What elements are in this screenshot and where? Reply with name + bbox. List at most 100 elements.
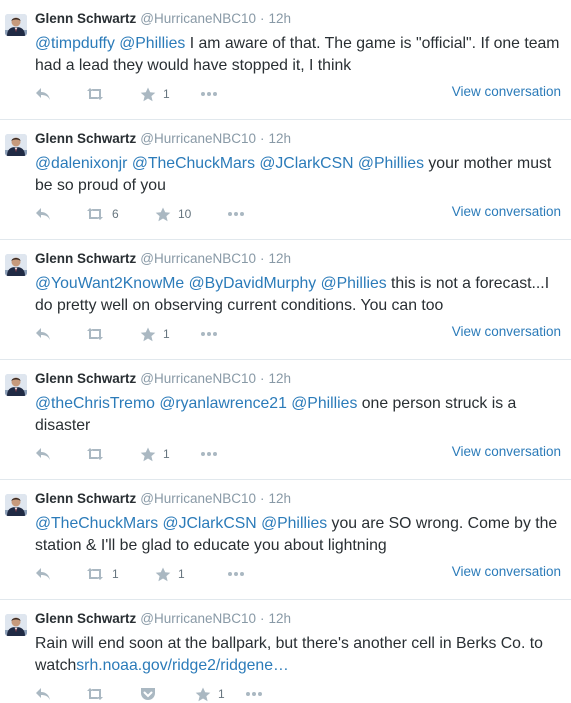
view-conversation-link[interactable]: View conversation <box>452 204 561 219</box>
timestamp[interactable]: 12h <box>269 251 292 266</box>
more-icon <box>200 91 218 97</box>
favorite-button[interactable]: 1 <box>140 84 170 104</box>
avatar[interactable] <box>5 494 27 516</box>
reply-button[interactable] <box>35 684 51 703</box>
tweet-text: @theChrisTremo @ryanlawrence21 @Phillies… <box>35 393 565 437</box>
author-handle[interactable]: @HurricaneNBC10 <box>140 371 256 386</box>
reply-icon <box>35 207 51 221</box>
reply-button[interactable] <box>35 564 51 584</box>
reply-button[interactable] <box>35 204 51 224</box>
retweet-button[interactable] <box>85 84 105 104</box>
avatar[interactable] <box>5 254 27 276</box>
tweet: Glenn Schwartz @HurricaneNBC10 · 12h Rain wi… <box>0 600 571 703</box>
tweet-actions: 1 <box>35 684 565 703</box>
mention-link[interactable]: @timpduffy <box>35 35 115 52</box>
mention-link[interactable]: @JClarkCSN <box>163 515 257 532</box>
timestamp[interactable]: 12h <box>269 371 292 386</box>
avatar[interactable] <box>5 374 27 396</box>
view-conversation-link[interactable]: View conversation <box>452 324 561 339</box>
separator-dot: · <box>260 11 265 26</box>
mention-link[interactable]: @Phillies <box>119 35 185 52</box>
reply-icon <box>35 327 51 341</box>
more-button[interactable] <box>245 684 263 703</box>
url-link[interactable]: srh.noaa.gov/ridge2/ridgene… <box>76 657 289 674</box>
retweet-button[interactable] <box>85 684 105 703</box>
retweet-button[interactable]: 1 <box>85 564 119 584</box>
separator-dot: · <box>260 611 265 626</box>
mention-link[interactable]: @TheChuckMars <box>132 155 255 172</box>
author-name[interactable]: Glenn Schwartz <box>35 11 136 26</box>
author-handle[interactable]: @HurricaneNBC10 <box>140 611 256 626</box>
reply-button[interactable] <box>35 84 51 104</box>
timestamp[interactable]: 12h <box>269 611 292 626</box>
favorite-count: 1 <box>163 87 170 101</box>
mention-link[interactable]: @Phillies <box>321 275 387 292</box>
avatar[interactable] <box>5 134 27 156</box>
favorite-count: 1 <box>163 447 170 461</box>
more-button[interactable] <box>227 204 245 224</box>
author-handle[interactable]: @HurricaneNBC10 <box>140 11 256 26</box>
favorite-button[interactable]: 1 <box>140 324 170 344</box>
separator-dot: · <box>260 491 265 506</box>
favorite-button[interactable]: 1 <box>195 684 225 703</box>
timestamp[interactable]: 12h <box>269 11 292 26</box>
favorite-button[interactable]: 1 <box>140 444 170 464</box>
favorite-button[interactable]: 1 <box>155 564 185 584</box>
star-icon <box>195 687 211 702</box>
separator-dot: · <box>260 131 265 146</box>
retweet-button[interactable] <box>85 444 105 464</box>
more-button[interactable] <box>200 324 218 344</box>
favorite-count: 1 <box>218 687 225 701</box>
view-conversation-link[interactable]: View conversation <box>452 84 561 99</box>
retweet-count: 6 <box>112 207 119 221</box>
mention-link[interactable]: @Phillies <box>358 155 424 172</box>
author-handle[interactable]: @HurricaneNBC10 <box>140 251 256 266</box>
view-conversation-link[interactable]: View conversation <box>452 564 561 579</box>
author-name[interactable]: Glenn Schwartz <box>35 491 136 506</box>
pocket-button[interactable] <box>140 684 156 703</box>
retweet-icon <box>85 327 105 341</box>
author-handle[interactable]: @HurricaneNBC10 <box>140 491 256 506</box>
more-icon <box>227 571 245 577</box>
avatar[interactable] <box>5 614 27 636</box>
retweet-button[interactable] <box>85 324 105 344</box>
mention-link[interactable]: @theChrisTremo <box>35 395 155 412</box>
mention-link[interactable]: @Phillies <box>261 515 327 532</box>
view-conversation-link[interactable]: View conversation <box>452 444 561 459</box>
mention-link[interactable]: @Phillies <box>291 395 357 412</box>
tweet: Glenn Schwartz @HurricaneNBC10 · 12h @timpdu… <box>0 0 571 120</box>
star-icon <box>155 567 171 582</box>
reply-icon <box>35 447 51 461</box>
retweet-count: 1 <box>112 567 119 581</box>
separator-dot: · <box>260 371 265 386</box>
reply-button[interactable] <box>35 444 51 464</box>
mention-link[interactable]: @JClarkCSN <box>259 155 353 172</box>
retweet-button[interactable]: 6 <box>85 204 119 224</box>
author-name[interactable]: Glenn Schwartz <box>35 131 136 146</box>
more-button[interactable] <box>200 444 218 464</box>
mention-link[interactable]: @dalenixonjr <box>35 155 127 172</box>
mention-link[interactable]: @YouWant2KnowMe <box>35 275 184 292</box>
author-name[interactable]: Glenn Schwartz <box>35 251 136 266</box>
mention-link[interactable]: @ByDavidMurphy <box>189 275 317 292</box>
tweet-actions: 1 View conversation <box>35 324 565 344</box>
mention-link[interactable]: @ryanlawrence21 <box>159 395 287 412</box>
more-icon <box>200 451 218 457</box>
reply-button[interactable] <box>35 324 51 344</box>
mention-link[interactable]: @TheChuckMars <box>35 515 158 532</box>
tweet-header: Glenn Schwartz @HurricaneNBC10 · 12h <box>35 251 291 266</box>
tweet: Glenn Schwartz @HurricaneNBC10 · 12h @theChr… <box>0 360 571 480</box>
timestamp[interactable]: 12h <box>269 131 292 146</box>
tweet-header: Glenn Schwartz @HurricaneNBC10 · 12h <box>35 131 291 146</box>
author-handle[interactable]: @HurricaneNBC10 <box>140 131 256 146</box>
author-name[interactable]: Glenn Schwartz <box>35 371 136 386</box>
more-button[interactable] <box>227 564 245 584</box>
tweet-text: @YouWant2KnowMe @ByDavidMurphy @Phillies… <box>35 273 565 317</box>
more-button[interactable] <box>200 84 218 104</box>
avatar[interactable] <box>5 14 27 36</box>
more-icon <box>245 691 263 697</box>
tweet: Glenn Schwartz @HurricaneNBC10 · 12h @TheChu… <box>0 480 571 600</box>
favorite-button[interactable]: 10 <box>155 204 191 224</box>
author-name[interactable]: Glenn Schwartz <box>35 611 136 626</box>
timestamp[interactable]: 12h <box>269 491 292 506</box>
